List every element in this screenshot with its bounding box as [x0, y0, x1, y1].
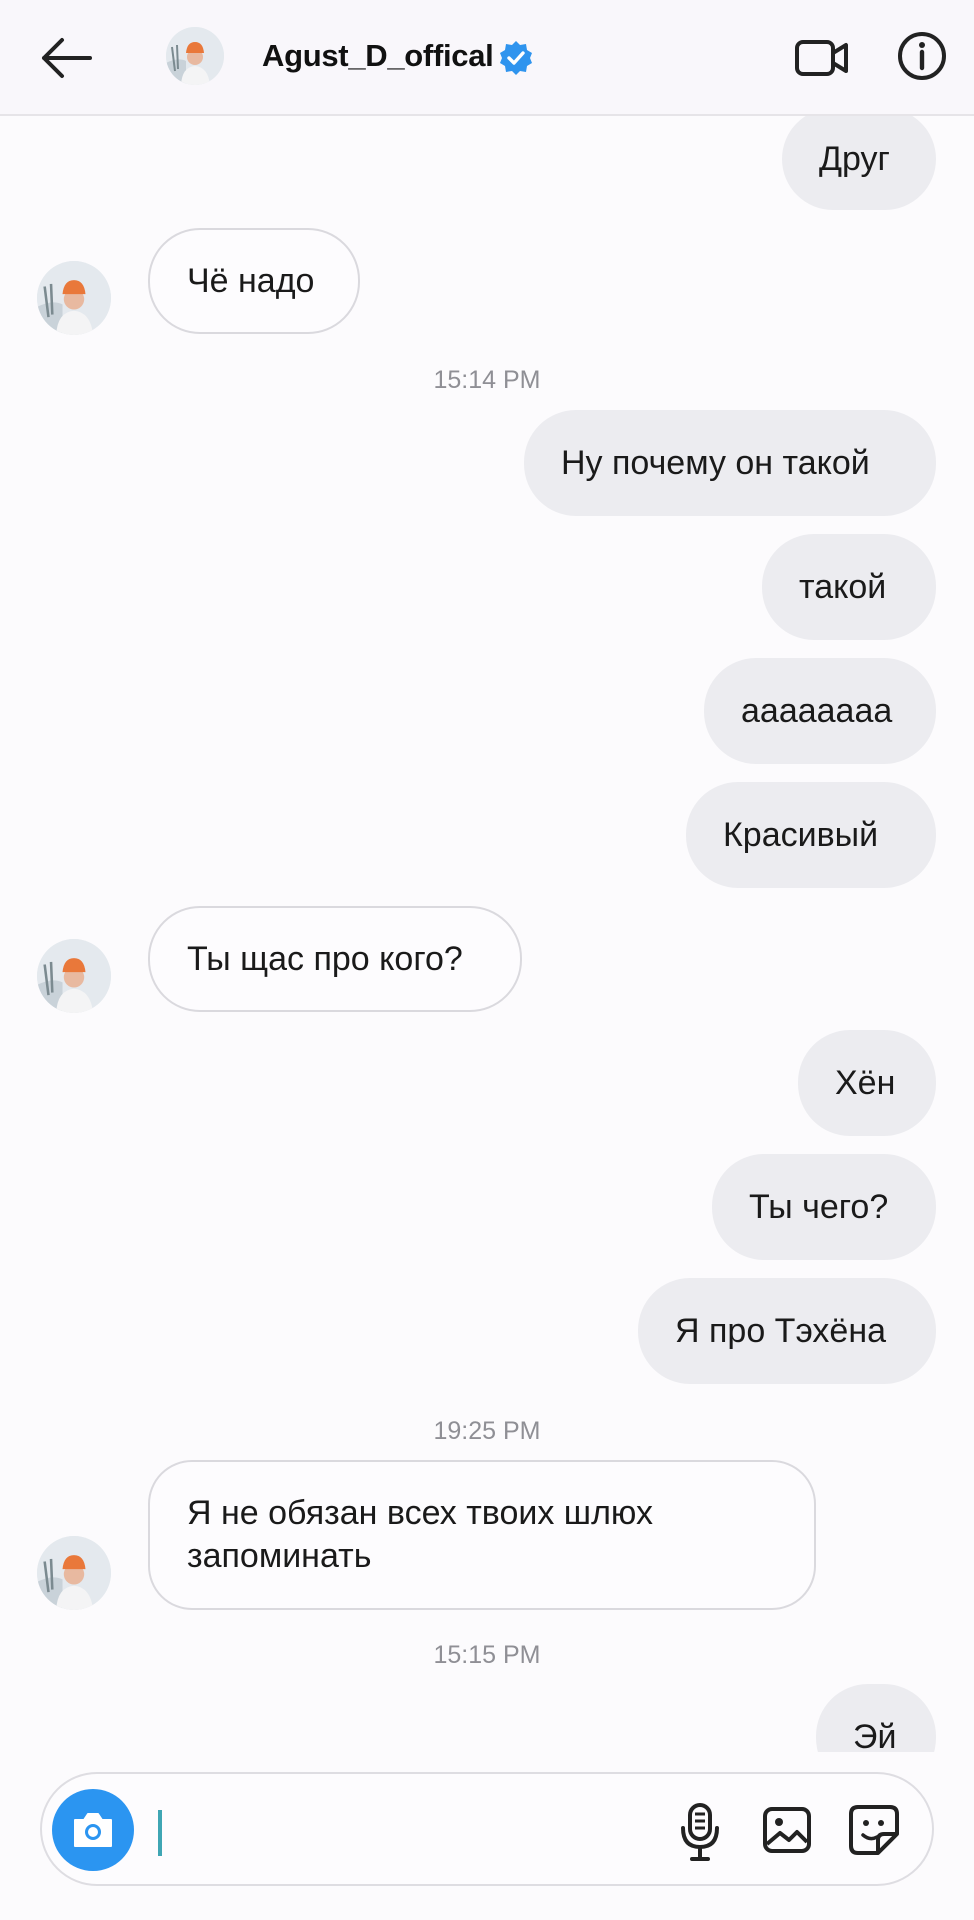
message-text: Я про Тэхёна [675, 1312, 887, 1350]
camera-button[interactable] [52, 1789, 134, 1871]
back-arrow-icon [42, 38, 92, 78]
message-text: Красивый [723, 816, 879, 854]
text-cursor [158, 1810, 162, 1856]
message-bubble-sent[interactable]: Красивый [686, 782, 936, 888]
timestamp: 15:15 PM [433, 1641, 541, 1669]
message-text: Чё надо [187, 262, 315, 300]
message-list[interactable]: Друг Чё надо 15:14 PM Ну почему он такой… [0, 100, 974, 1752]
message-text: аааaaaaa [741, 692, 893, 730]
profile-avatar[interactable] [166, 27, 224, 85]
verified-badge-icon [500, 41, 532, 75]
voice-message-button[interactable] [678, 1802, 722, 1862]
sender-avatar[interactable] [37, 939, 111, 1013]
timestamp: 15:14 PM [433, 366, 541, 394]
message-text: такой [799, 568, 887, 606]
sender-avatar[interactable] [37, 1536, 111, 1610]
back-button[interactable] [36, 32, 96, 84]
message-input[interactable] [156, 1802, 700, 1860]
message-bubble-sent[interactable]: Друг [782, 108, 936, 210]
sticker-icon [849, 1805, 899, 1855]
message-text: Ты чего? [749, 1188, 889, 1226]
sticker-button[interactable] [848, 1804, 900, 1856]
message-bubble-received[interactable]: Ты щас про кого? [148, 906, 522, 1012]
timestamp: 19:25 PM [433, 1417, 541, 1445]
message-text: Я не обязан всех твоих шлюх запоминать [187, 1494, 654, 1575]
chat-header: Agust_D_offical [0, 0, 974, 116]
message-composer [40, 1772, 934, 1886]
sender-avatar[interactable] [37, 261, 111, 335]
chat-title[interactable]: Agust_D_offical [262, 38, 494, 74]
message-bubble-sent[interactable]: аааaaaaa [704, 658, 936, 764]
message-text: Хён [835, 1064, 896, 1102]
message-text: Ты щас про кого? [187, 940, 463, 978]
message-bubble-received[interactable]: Чё надо [148, 228, 360, 334]
message-bubble-sent[interactable]: Эй [816, 1684, 936, 1752]
video-call-icon [795, 40, 848, 76]
info-icon [898, 32, 946, 80]
message-bubble-received[interactable]: Я не обязан всех твоих шлюх запоминать [148, 1460, 816, 1610]
message-bubble-sent[interactable]: такой [762, 534, 936, 640]
camera-icon [74, 1813, 112, 1847]
microphone-icon [681, 1803, 719, 1861]
message-text: Друг [819, 140, 890, 178]
message-bubble-sent[interactable]: Хён [798, 1030, 936, 1136]
message-bubble-sent[interactable]: Ну почему он такой [524, 410, 936, 516]
message-bubble-sent[interactable]: Я про Тэхёна [638, 1278, 936, 1384]
gallery-icon [763, 1807, 811, 1853]
message-bubble-sent[interactable]: Ты чего? [712, 1154, 936, 1260]
message-text: Ну почему он такой [561, 444, 870, 482]
gallery-button[interactable] [762, 1806, 812, 1854]
info-button[interactable] [896, 30, 948, 82]
message-text: Эй [853, 1718, 897, 1752]
video-call-button[interactable] [794, 36, 850, 80]
